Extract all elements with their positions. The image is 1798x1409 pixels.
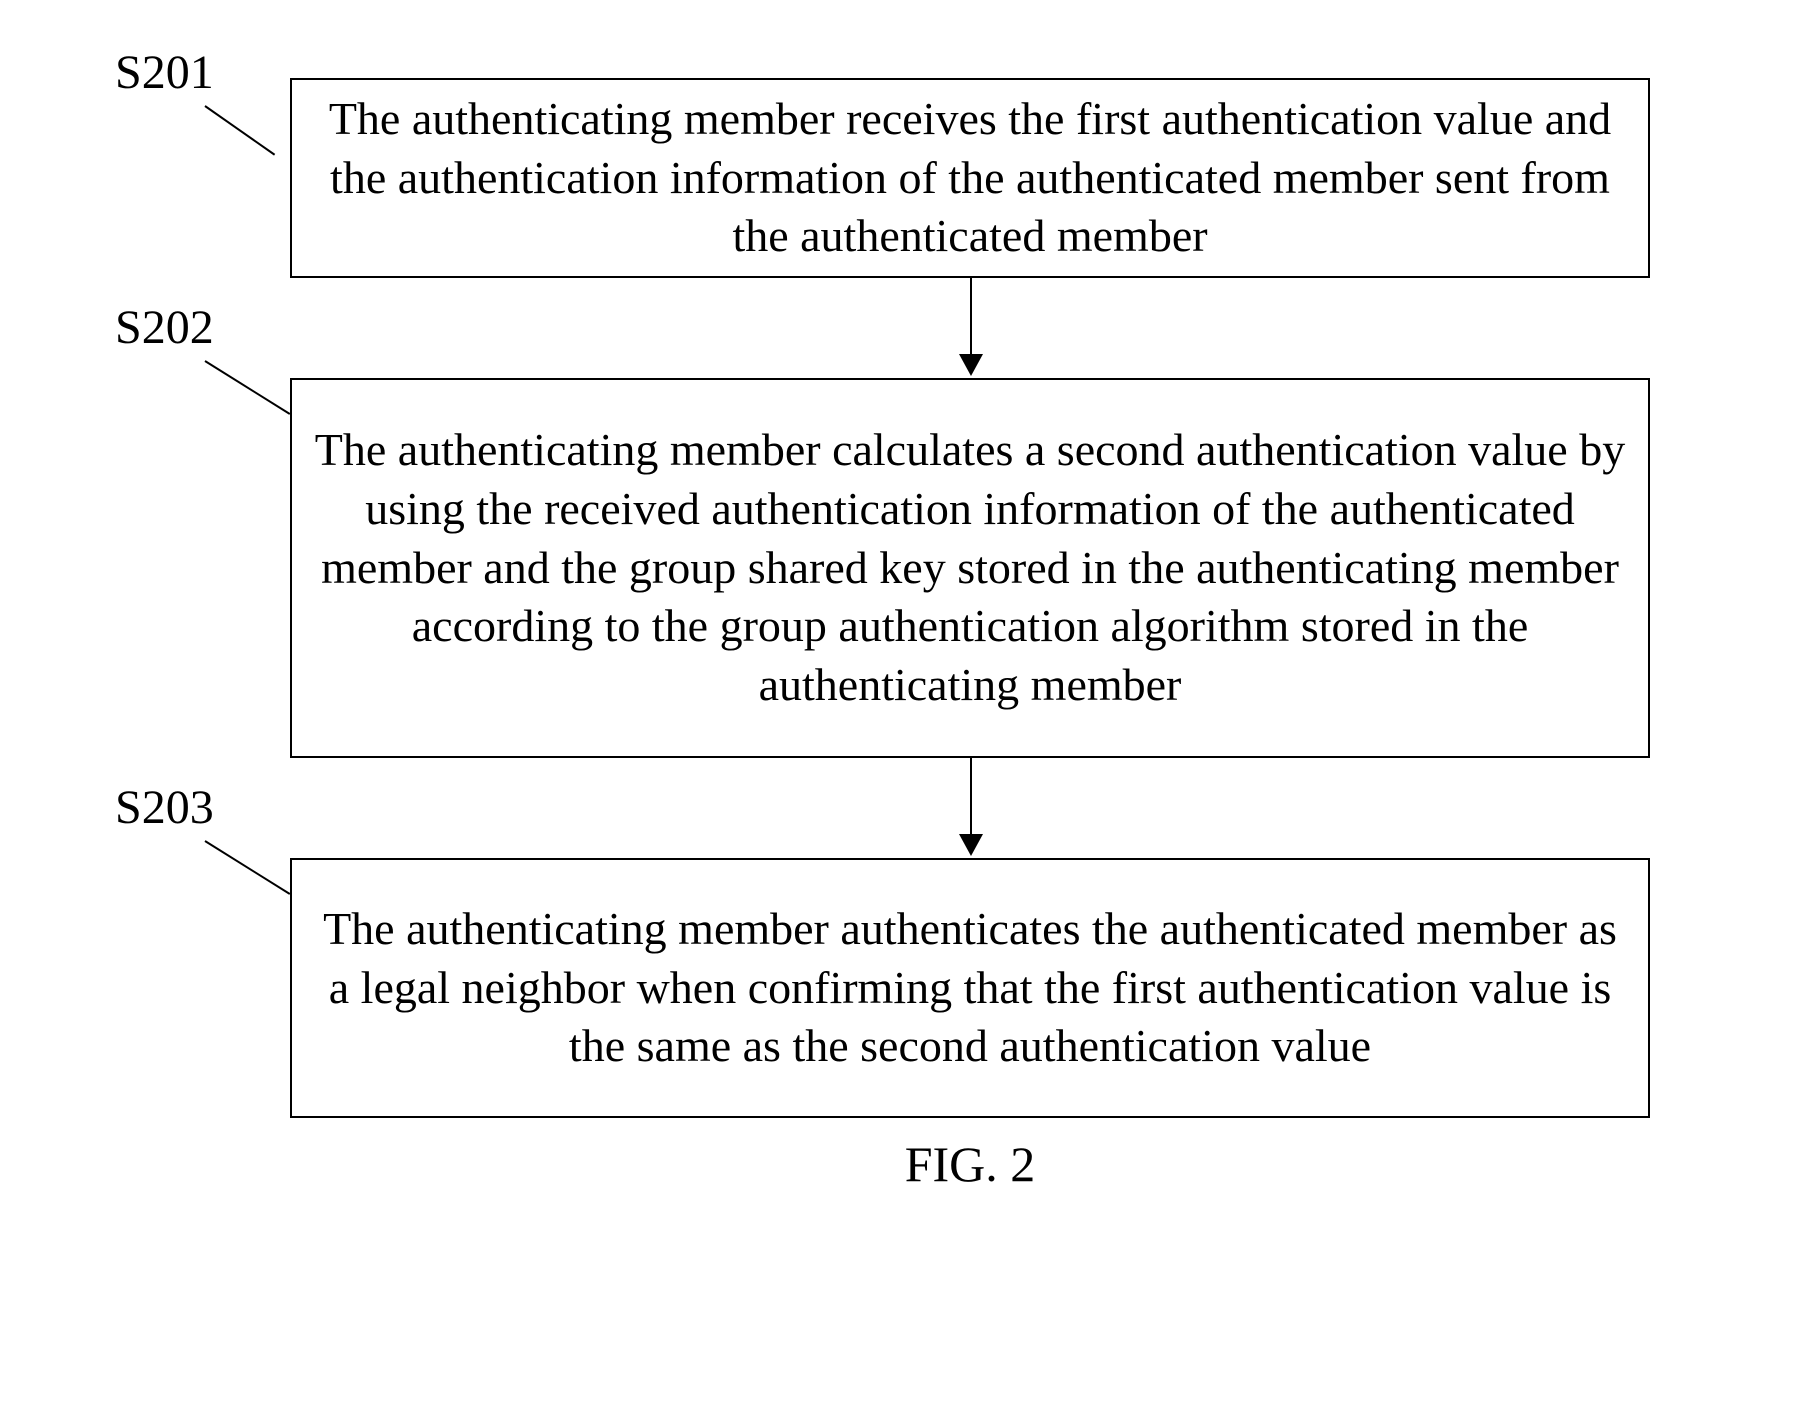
step-label-s202: S202 — [115, 300, 214, 355]
flow-box-s201-text: The authenticating member receives the f… — [312, 90, 1628, 267]
flow-box-s202: The authenticating member calculates a s… — [290, 378, 1650, 758]
arrow-s202-to-s203 — [970, 758, 972, 836]
flow-box-s203: The authenticating member authenticates … — [290, 858, 1650, 1118]
flow-box-s201: The authenticating member receives the f… — [290, 78, 1650, 278]
step-label-s203: S203 — [115, 780, 214, 835]
connector-s202 — [204, 360, 290, 415]
flow-box-s202-text: The authenticating member calculates a s… — [312, 421, 1628, 715]
arrow-s201-to-s202 — [970, 278, 972, 356]
arrow-head-s201-to-s202 — [959, 354, 983, 376]
connector-s203 — [204, 840, 290, 895]
flow-box-s203-text: The authenticating member authenticates … — [312, 900, 1628, 1077]
connector-s201 — [204, 105, 275, 155]
figure-caption: FIG. 2 — [800, 1135, 1140, 1193]
step-label-s201: S201 — [115, 45, 214, 100]
arrow-head-s202-to-s203 — [959, 834, 983, 856]
